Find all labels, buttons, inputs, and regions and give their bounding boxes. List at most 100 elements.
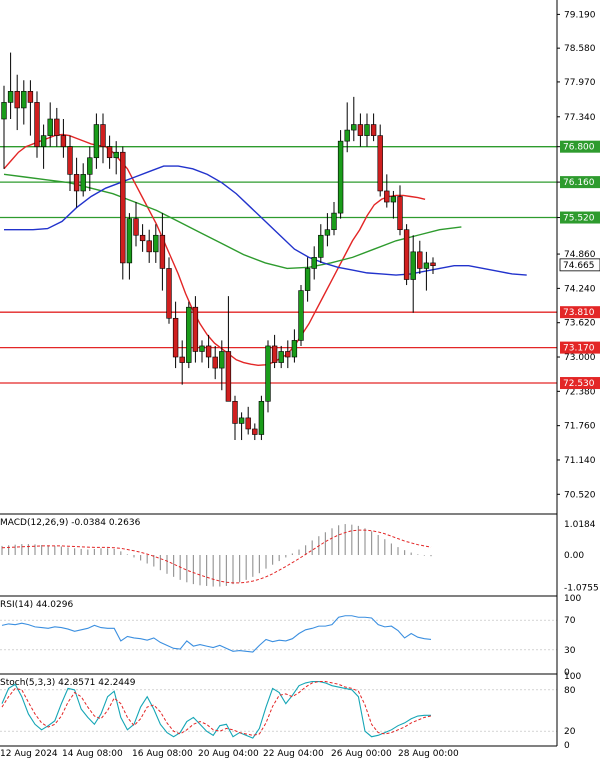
candle-body	[166, 268, 172, 319]
price-tick-label: 73.620	[564, 319, 596, 329]
candle-body	[120, 151, 126, 264]
candle-body	[337, 140, 344, 214]
price-tick-label: 71.140	[564, 456, 596, 466]
candle-body	[344, 129, 350, 142]
candle-body	[370, 124, 377, 136]
macd-scale-label: 1.0184	[564, 520, 596, 530]
current-price-label: 74.665	[563, 261, 595, 271]
time-tick-label: 22 Aug 04:00	[263, 749, 324, 758]
candle-body	[7, 91, 14, 103]
stoch-scale-label: 100	[564, 672, 581, 682]
candle-body	[271, 345, 278, 363]
candle-body	[212, 356, 218, 369]
candle-body	[60, 135, 67, 147]
time-tick-label: 14 Aug 08:00	[62, 749, 123, 758]
candle-body	[318, 234, 324, 258]
candle-body	[93, 124, 100, 159]
price-tick-label: 79.190	[564, 10, 596, 20]
rsi-scale-label: 30	[564, 646, 576, 656]
candle-body	[384, 190, 390, 203]
candle-body	[232, 400, 238, 424]
candle-body	[265, 345, 271, 402]
stoch-title: Stoch(5,3,3) 42.8571 42.2449	[0, 678, 136, 688]
candle-body	[139, 234, 146, 242]
level-tag-label: 72.530	[563, 379, 595, 389]
time-tick-label: 16 Aug 08:00	[132, 749, 193, 758]
candle-body	[238, 417, 245, 424]
candle-body	[54, 118, 60, 136]
candle-body	[159, 234, 166, 269]
candle-body	[410, 251, 416, 280]
price-tick-label: 71.760	[564, 422, 596, 432]
candle-body	[430, 262, 436, 266]
candle-body	[106, 146, 113, 159]
candle-body	[245, 417, 251, 430]
candle-body	[219, 351, 225, 369]
candle-body	[304, 268, 311, 291]
candle-body	[357, 124, 364, 136]
candle-body	[34, 102, 40, 147]
candle-body	[21, 91, 27, 109]
candle-body	[14, 91, 20, 109]
level-tag-label: 75.520	[563, 214, 595, 224]
rsi-title: RSI(14) 44.0296	[0, 600, 73, 610]
stoch-scale-label: 80	[564, 686, 576, 696]
candle-body	[73, 174, 80, 192]
financial-chart: 79.190 78.580 77.970 77.340 76.800 76.160 75.5…	[0, 0, 600, 758]
time-tick-label: 26 Aug 00:00	[331, 749, 392, 758]
candle-body	[1, 102, 7, 120]
candle-body	[100, 124, 106, 147]
price-tick-label: 70.520	[564, 490, 596, 500]
candle-body	[80, 174, 86, 192]
level-tag-label: 76.800	[563, 143, 595, 153]
candle-body	[252, 428, 258, 435]
candle-body	[298, 290, 304, 341]
time-tick-label: 12 Aug 2024	[0, 749, 58, 758]
rsi-scale-label: 100	[564, 594, 581, 604]
candle-body	[186, 306, 192, 363]
candle-body	[172, 317, 179, 358]
candle-body	[113, 151, 119, 159]
stoch-scale-label: 20	[564, 727, 576, 737]
candle-body	[390, 196, 397, 203]
level-tag-label: 73.170	[563, 344, 595, 354]
time-tick-label: 28 Aug 00:00	[398, 749, 459, 758]
candle-body	[417, 251, 423, 269]
candle-body	[397, 196, 403, 231]
stoch-scale-label: 0	[564, 741, 570, 751]
rsi-scale-label: 70	[564, 616, 576, 626]
price-tick-label: 74.240	[564, 284, 596, 294]
candle-body	[192, 306, 199, 352]
level-tag-label: 73.810	[563, 308, 595, 318]
macd-title: MACD(12,26,9) -0.0384 0.2636	[0, 518, 141, 528]
candle-body	[331, 212, 337, 231]
candle-body	[364, 124, 370, 136]
candle-body	[67, 146, 73, 175]
candle-body	[225, 351, 232, 402]
candle-body	[179, 356, 185, 363]
candle-body	[258, 400, 265, 435]
price-tick-label: 77.340	[564, 113, 596, 123]
price-tick-label: 77.970	[564, 78, 596, 88]
time-tick-label: 20 Aug 04:00	[198, 749, 259, 758]
candle-body	[126, 218, 133, 264]
candle-body	[87, 157, 93, 175]
candle-body	[351, 124, 357, 131]
candle-body	[291, 340, 298, 358]
candle-body	[199, 345, 205, 352]
price-tick-label: 73.000	[564, 353, 596, 363]
candle-body	[403, 229, 410, 280]
price-tick-label: 78.580	[564, 44, 596, 54]
macd-scale-label: -1.0755	[564, 584, 599, 594]
level-tag-label: 76.160	[563, 178, 595, 188]
candle-body	[324, 229, 331, 236]
candle-body	[205, 345, 212, 358]
candle-body	[285, 351, 291, 358]
candle-body	[311, 257, 317, 269]
candle-body	[146, 240, 152, 253]
candle-body	[40, 135, 47, 147]
candle-body	[153, 234, 159, 253]
macd-scale-label: 0.00	[564, 551, 584, 561]
candle-body	[47, 118, 53, 136]
candle-body	[278, 351, 284, 363]
